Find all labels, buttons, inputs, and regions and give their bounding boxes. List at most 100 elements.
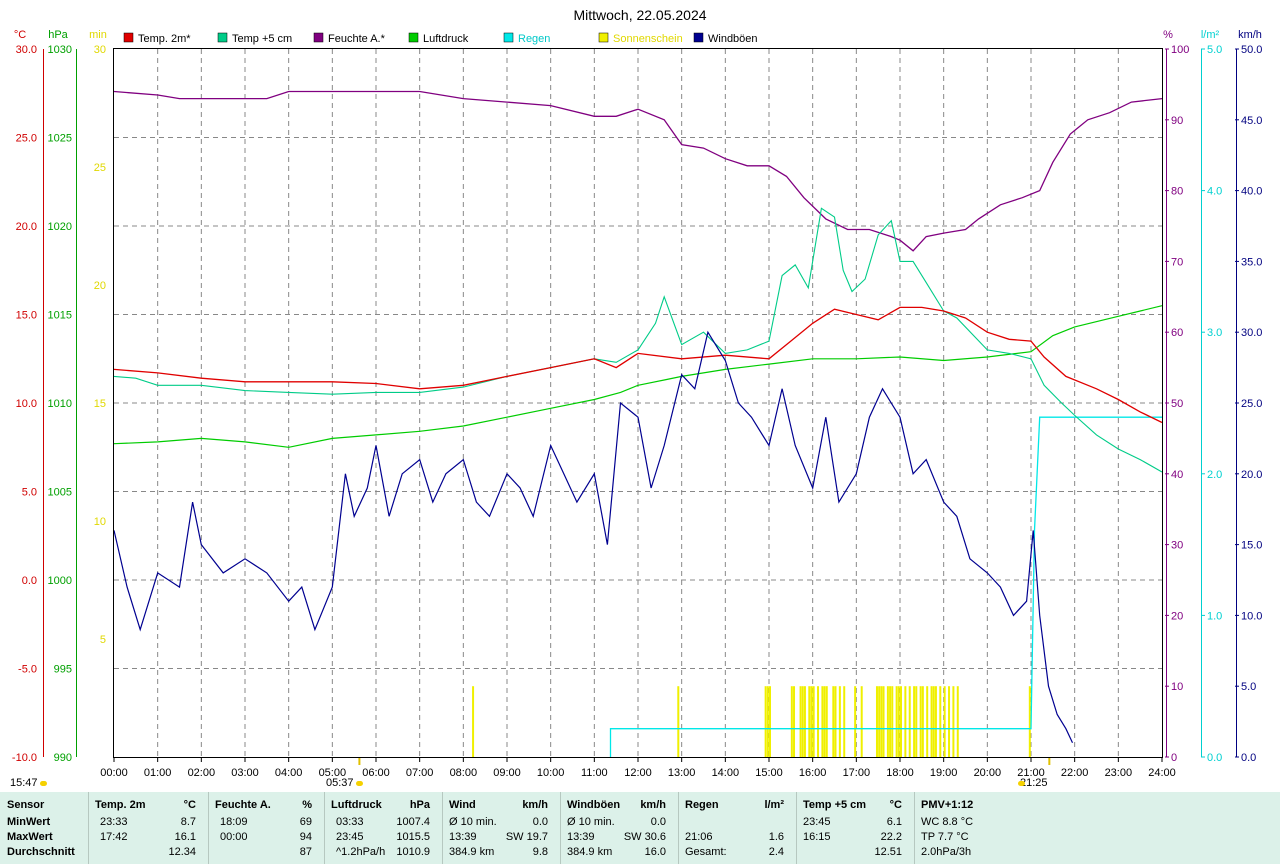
sunshine-bar [895,686,898,757]
sun-unit: min [89,29,107,41]
humidity-tick-label: 20 [1171,610,1183,622]
humidity-unit: % [1163,29,1173,41]
column-separator [208,792,209,864]
stats-cell-value: 94 [299,831,312,843]
sunshine-bar [769,686,771,757]
pressure-tick-label: 990 [54,752,72,764]
legend-swatch [408,32,419,43]
humidity-tick-label: 0 [1171,752,1177,764]
wind-tick-label: 10.0 [1241,610,1262,622]
sunshine-bar [803,686,806,757]
stats-column-title: Wind [449,799,476,811]
column-separator [324,792,325,864]
stats-cell-label: 03:33 [336,816,364,828]
rain-tick-label: 4.0 [1207,186,1222,198]
temp-tick-label: -10.0 [12,752,37,764]
column-separator [88,792,89,864]
sunshine-bar [834,686,837,757]
stats-cell-value: 12.34 [168,846,196,858]
stats-column-title: Luftdruck [331,799,382,811]
stats-cell-label: 23:45 [803,816,831,828]
rain-unit: l/m² [1201,29,1220,41]
stats-footer: Sensor MinWert MaxWert Durchschnitt Temp. 2m… [0,792,1280,864]
sunshine-bar [908,686,911,757]
sunshine-bar [843,686,846,757]
stats-column-title: Windböen [567,799,621,811]
humidity-tick-label: 50 [1171,398,1183,410]
sun-tick-label: 10 [94,516,106,528]
temp-tick-label: 20.0 [16,221,37,233]
stats-column-title: Temp. 2m [95,799,146,811]
stats-column-unit: l/m² [764,799,784,811]
sunshine-bar [919,686,922,757]
legend-swatch [503,32,514,43]
sunshine-bar [900,686,902,757]
sunshine-bar [823,686,826,757]
stats-column: PMV+1:12 WC 8.8 °C TP 7.7 °C 2.0hPa/3h [914,792,1034,864]
x-tick-label: 02:00 [188,767,216,779]
x-tick-label: 23:00 [1105,767,1133,779]
rain-tick-label: 0.0 [1207,752,1222,764]
sunshine-bar [854,686,857,757]
stats-column-title: Temp +5 cm [803,799,867,811]
sunshine-bar [880,686,883,757]
stats-cell-label: 23:33 [100,816,128,828]
stats-column: Windböen km/h Ø 10 min. 0.0 13:39 SW 30.6 384.… [560,792,678,864]
sunshine-bar [808,686,811,757]
humidity-tick-label: 90 [1171,115,1183,127]
pressure-tick-label: 1025 [48,133,72,145]
legend-label: Luftdruck [423,33,469,45]
x-tick-label: 24:00 [1148,767,1176,779]
sunshine-bar [943,686,946,757]
chart-title: Mittwoch, 22.05.2024 [573,7,706,23]
stats-column: Regen l/m² 21:06 1.6 Gesamt: 2.4 [678,792,796,864]
stats-cell-label: TP 7.7 °C [921,831,969,843]
sunshine-bar [882,686,885,757]
pressure-tick-label: 1010 [48,398,72,410]
sunshine-bar [915,686,918,757]
sunshine-bar [812,686,815,757]
pressure-tick-label: 1030 [48,44,72,56]
temp-tick-label: 10.0 [16,398,37,410]
stats-column-unit: °C [889,799,902,811]
x-tick-label: 19:00 [930,767,958,779]
stats-cell-label: ^1.2hPa/h [336,846,386,858]
pressure-tick-label: 995 [54,664,72,676]
stats-column-unit: hPa [409,799,430,811]
stats-column: Luftdruck hPa 03:33 1007.4 23:45 1015.5 ^1.2hP… [324,792,442,864]
humidity-tick-label: 10 [1171,681,1183,693]
grid [114,49,1162,757]
stats-cell-label: Gesamt: [685,846,727,858]
stats-column-unit: km/h [640,799,666,811]
x-tick-label: 17:00 [843,767,871,779]
sunrise-icon [356,781,363,786]
temp-tick-label: 25.0 [16,133,37,145]
stats-column-unit: km/h [522,799,548,811]
stats-cell-value: 1010.9 [396,846,430,858]
gusts-line [113,330,1074,744]
stats-cell-direction: SW 19.7 [505,831,548,843]
sunshine-bar [886,686,889,757]
stats-cell-label: Durchschnitt [7,846,75,858]
sunshine-bar [472,686,475,757]
wind-tick-label: 40.0 [1241,186,1262,198]
x-tick-label: 22:00 [1061,767,1089,779]
sun-tick-label: 30 [94,44,106,56]
stats-cell-value: 0.0 [650,816,666,828]
legend-swatch [123,32,134,43]
legend-swatch [598,32,609,43]
column-separator [678,792,679,864]
sunshine-bar [790,686,793,757]
sunshine-bar [889,686,892,757]
stats-cell-value: 0.0 [532,816,548,828]
wind-tick-label: 45.0 [1241,115,1262,127]
sun-tick-label: 25 [94,162,106,174]
stats-cell-label: MaxWert [7,831,53,843]
column-separator [442,792,443,864]
wind-tick-label: 5.0 [1241,681,1256,693]
stats-cell-direction: SW 30.6 [623,831,666,843]
sunshine-bar [793,686,796,757]
stats-cell-label: 21:06 [685,831,713,843]
sunshine-bar [913,686,916,757]
stats-cell-label: 13:39 [567,831,595,843]
